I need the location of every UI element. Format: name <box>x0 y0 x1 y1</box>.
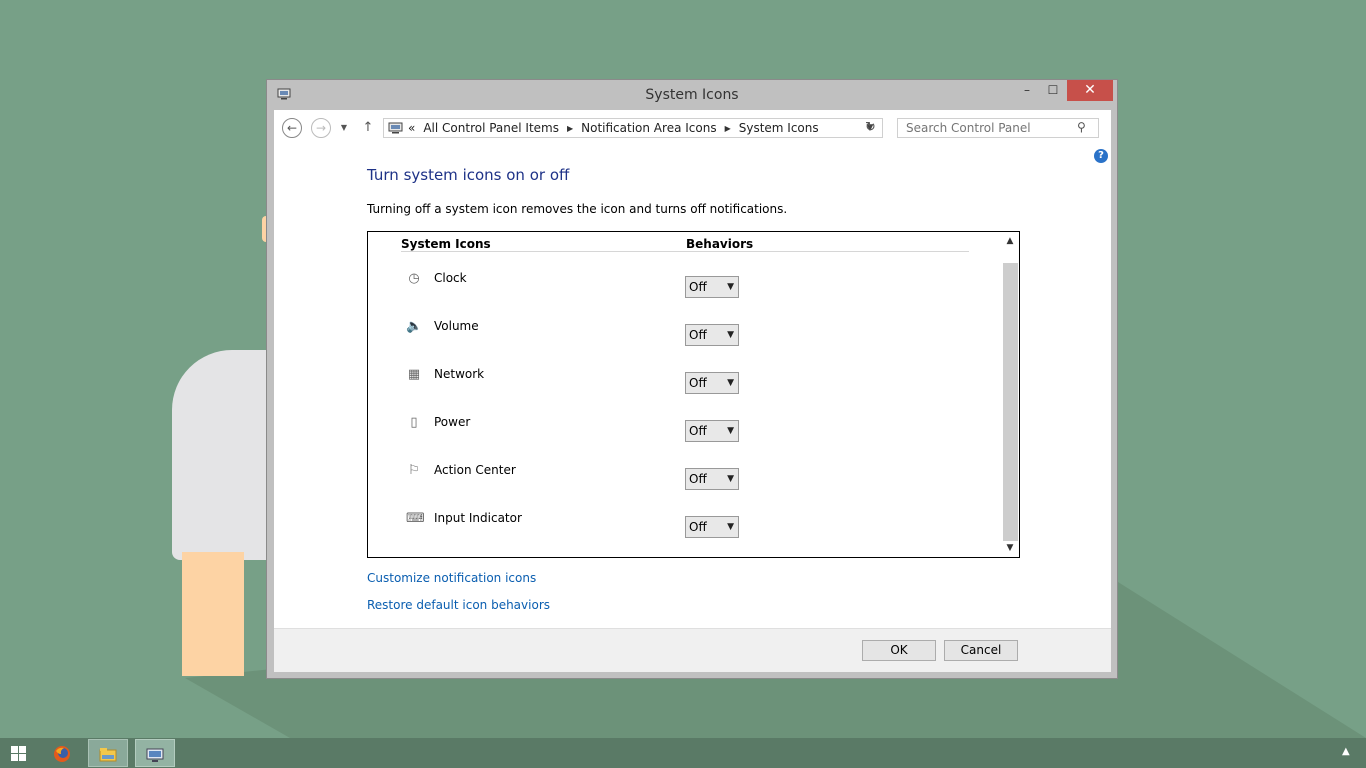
help-icon[interactable]: ? <box>1094 149 1108 163</box>
address-bar[interactable]: « All Control Panel Items ▶ Notification… <box>383 118 883 138</box>
breadcrumb-system-icons[interactable]: System Icons <box>739 121 819 135</box>
header-divider <box>401 251 969 252</box>
control-panel-icon <box>146 748 164 762</box>
list-item-power: ▯ Power Off ▼ <box>368 409 998 449</box>
list-item-network: ▦ Network Off ▼ <box>368 361 998 401</box>
chevron-down-icon: ▼ <box>727 378 734 388</box>
behavior-dropdown-volume[interactable]: Off ▼ <box>685 324 739 346</box>
wallpaper-figure-sleeve <box>172 350 272 560</box>
scroll-down-arrow-icon[interactable]: ▼ <box>1002 542 1018 554</box>
volume-icon: 🔈 <box>406 319 423 334</box>
show-hidden-icons-chevron-icon[interactable]: ▲ <box>1342 746 1350 757</box>
taskbar: ▲ <box>0 738 1366 768</box>
taskbar-file-explorer[interactable] <box>88 739 128 767</box>
close-button[interactable]: ✕ <box>1067 80 1113 101</box>
dropdown-value: Off <box>689 520 707 534</box>
system-icons-window: System Icons – ☐ ✕ ← → ▼ ↑ « All Control… <box>266 79 1118 679</box>
flag-icon: ⚐ <box>408 463 420 478</box>
back-arrow-icon[interactable]: ← <box>282 118 302 138</box>
window-client-area: ← → ▼ ↑ « All Control Panel Items ▶ Noti… <box>274 110 1111 672</box>
network-icon: ▦ <box>407 367 421 382</box>
behavior-dropdown-clock[interactable]: Off ▼ <box>685 276 739 298</box>
refresh-icon[interactable]: ↻ <box>859 118 883 138</box>
list-item-label: Power <box>434 415 471 429</box>
control-panel-icon <box>388 122 403 134</box>
taskbar-control-panel[interactable] <box>135 739 175 767</box>
firefox-icon <box>54 745 70 762</box>
minimize-button[interactable]: – <box>1014 80 1040 101</box>
list-item-label: Action Center <box>434 463 516 477</box>
breadcrumb-all-control-panel-items[interactable]: All Control Panel Items <box>423 121 559 135</box>
chevron-down-icon: ▼ <box>727 330 734 340</box>
search-icon[interactable]: ⚲ <box>1077 120 1086 134</box>
vertical-scrollbar-thumb[interactable] <box>1003 263 1018 541</box>
taskbar-firefox[interactable] <box>42 739 82 767</box>
title-bar[interactable]: System Icons – ☐ ✕ <box>267 80 1117 110</box>
ok-button[interactable]: OK <box>862 640 936 661</box>
dropdown-value: Off <box>689 280 707 294</box>
windows-start-icon[interactable] <box>11 746 26 761</box>
page-title: Turn system icons on or off <box>367 166 570 184</box>
wallpaper-figure-arm <box>182 552 244 676</box>
chevron-down-icon: ▼ <box>727 522 734 532</box>
chevron-down-icon: ▼ <box>727 426 734 436</box>
dropdown-value: Off <box>689 376 707 390</box>
search-input[interactable] <box>897 118 1099 138</box>
system-icons-list: System Icons Behaviors ◷ Clock Off ▼ 🔈 Vo… <box>367 231 1020 558</box>
forward-arrow-icon[interactable]: → <box>311 118 331 138</box>
dialog-footer: OK Cancel <box>274 628 1111 672</box>
up-arrow-icon[interactable]: ↑ <box>360 118 376 138</box>
folder-icon <box>99 747 117 761</box>
dropdown-value: Off <box>689 328 707 342</box>
breadcrumb-notification-area-icons[interactable]: Notification Area Icons <box>581 121 716 135</box>
dropdown-value: Off <box>689 424 707 438</box>
scroll-up-arrow-icon[interactable]: ▲ <box>1002 235 1018 247</box>
column-header-system-icons: System Icons <box>401 237 491 251</box>
behavior-dropdown-power[interactable]: Off ▼ <box>685 420 739 442</box>
behavior-dropdown-action-center[interactable]: Off ▼ <box>685 468 739 490</box>
list-item-label: Network <box>434 367 485 381</box>
maximize-button[interactable]: ☐ <box>1040 80 1066 101</box>
customize-notification-icons-link[interactable]: Customize notification icons <box>367 571 536 585</box>
list-item-volume: 🔈 Volume Off ▼ <box>368 313 998 353</box>
breadcrumb-overflow[interactable]: « <box>408 121 415 135</box>
list-item-action-center: ⚐ Action Center Off ▼ <box>368 457 998 497</box>
list-item-clock: ◷ Clock Off ▼ <box>368 265 998 305</box>
page-description: Turning off a system icon removes the ic… <box>367 202 788 216</box>
recent-locations-chevron-icon[interactable]: ▼ <box>337 118 351 138</box>
keyboard-icon: ⌨ <box>406 511 425 526</box>
power-icon: ▯ <box>410 415 418 430</box>
breadcrumb-separator-icon[interactable]: ▶ <box>567 124 573 133</box>
navigation-bar: ← → ▼ ↑ « All Control Panel Items ▶ Noti… <box>274 110 1111 146</box>
list-item-label: Input Indicator <box>434 511 522 525</box>
behavior-dropdown-network[interactable]: Off ▼ <box>685 372 739 394</box>
clock-icon: ◷ <box>408 271 420 286</box>
column-header-behaviors: Behaviors <box>686 237 754 251</box>
breadcrumb-separator-icon[interactable]: ▶ <box>725 124 731 133</box>
chevron-down-icon: ▼ <box>727 474 734 484</box>
dropdown-value: Off <box>689 472 707 486</box>
chevron-down-icon: ▼ <box>727 282 734 292</box>
behavior-dropdown-input-indicator[interactable]: Off ▼ <box>685 516 739 538</box>
cancel-button[interactable]: Cancel <box>944 640 1018 661</box>
list-item-input-indicator: ⌨ Input Indicator Off ▼ <box>368 505 998 545</box>
list-item-label: Clock <box>434 271 467 285</box>
list-item-label: Volume <box>434 319 479 333</box>
restore-default-behaviors-link[interactable]: Restore default icon behaviors <box>367 598 550 612</box>
window-title: System Icons <box>645 87 739 103</box>
